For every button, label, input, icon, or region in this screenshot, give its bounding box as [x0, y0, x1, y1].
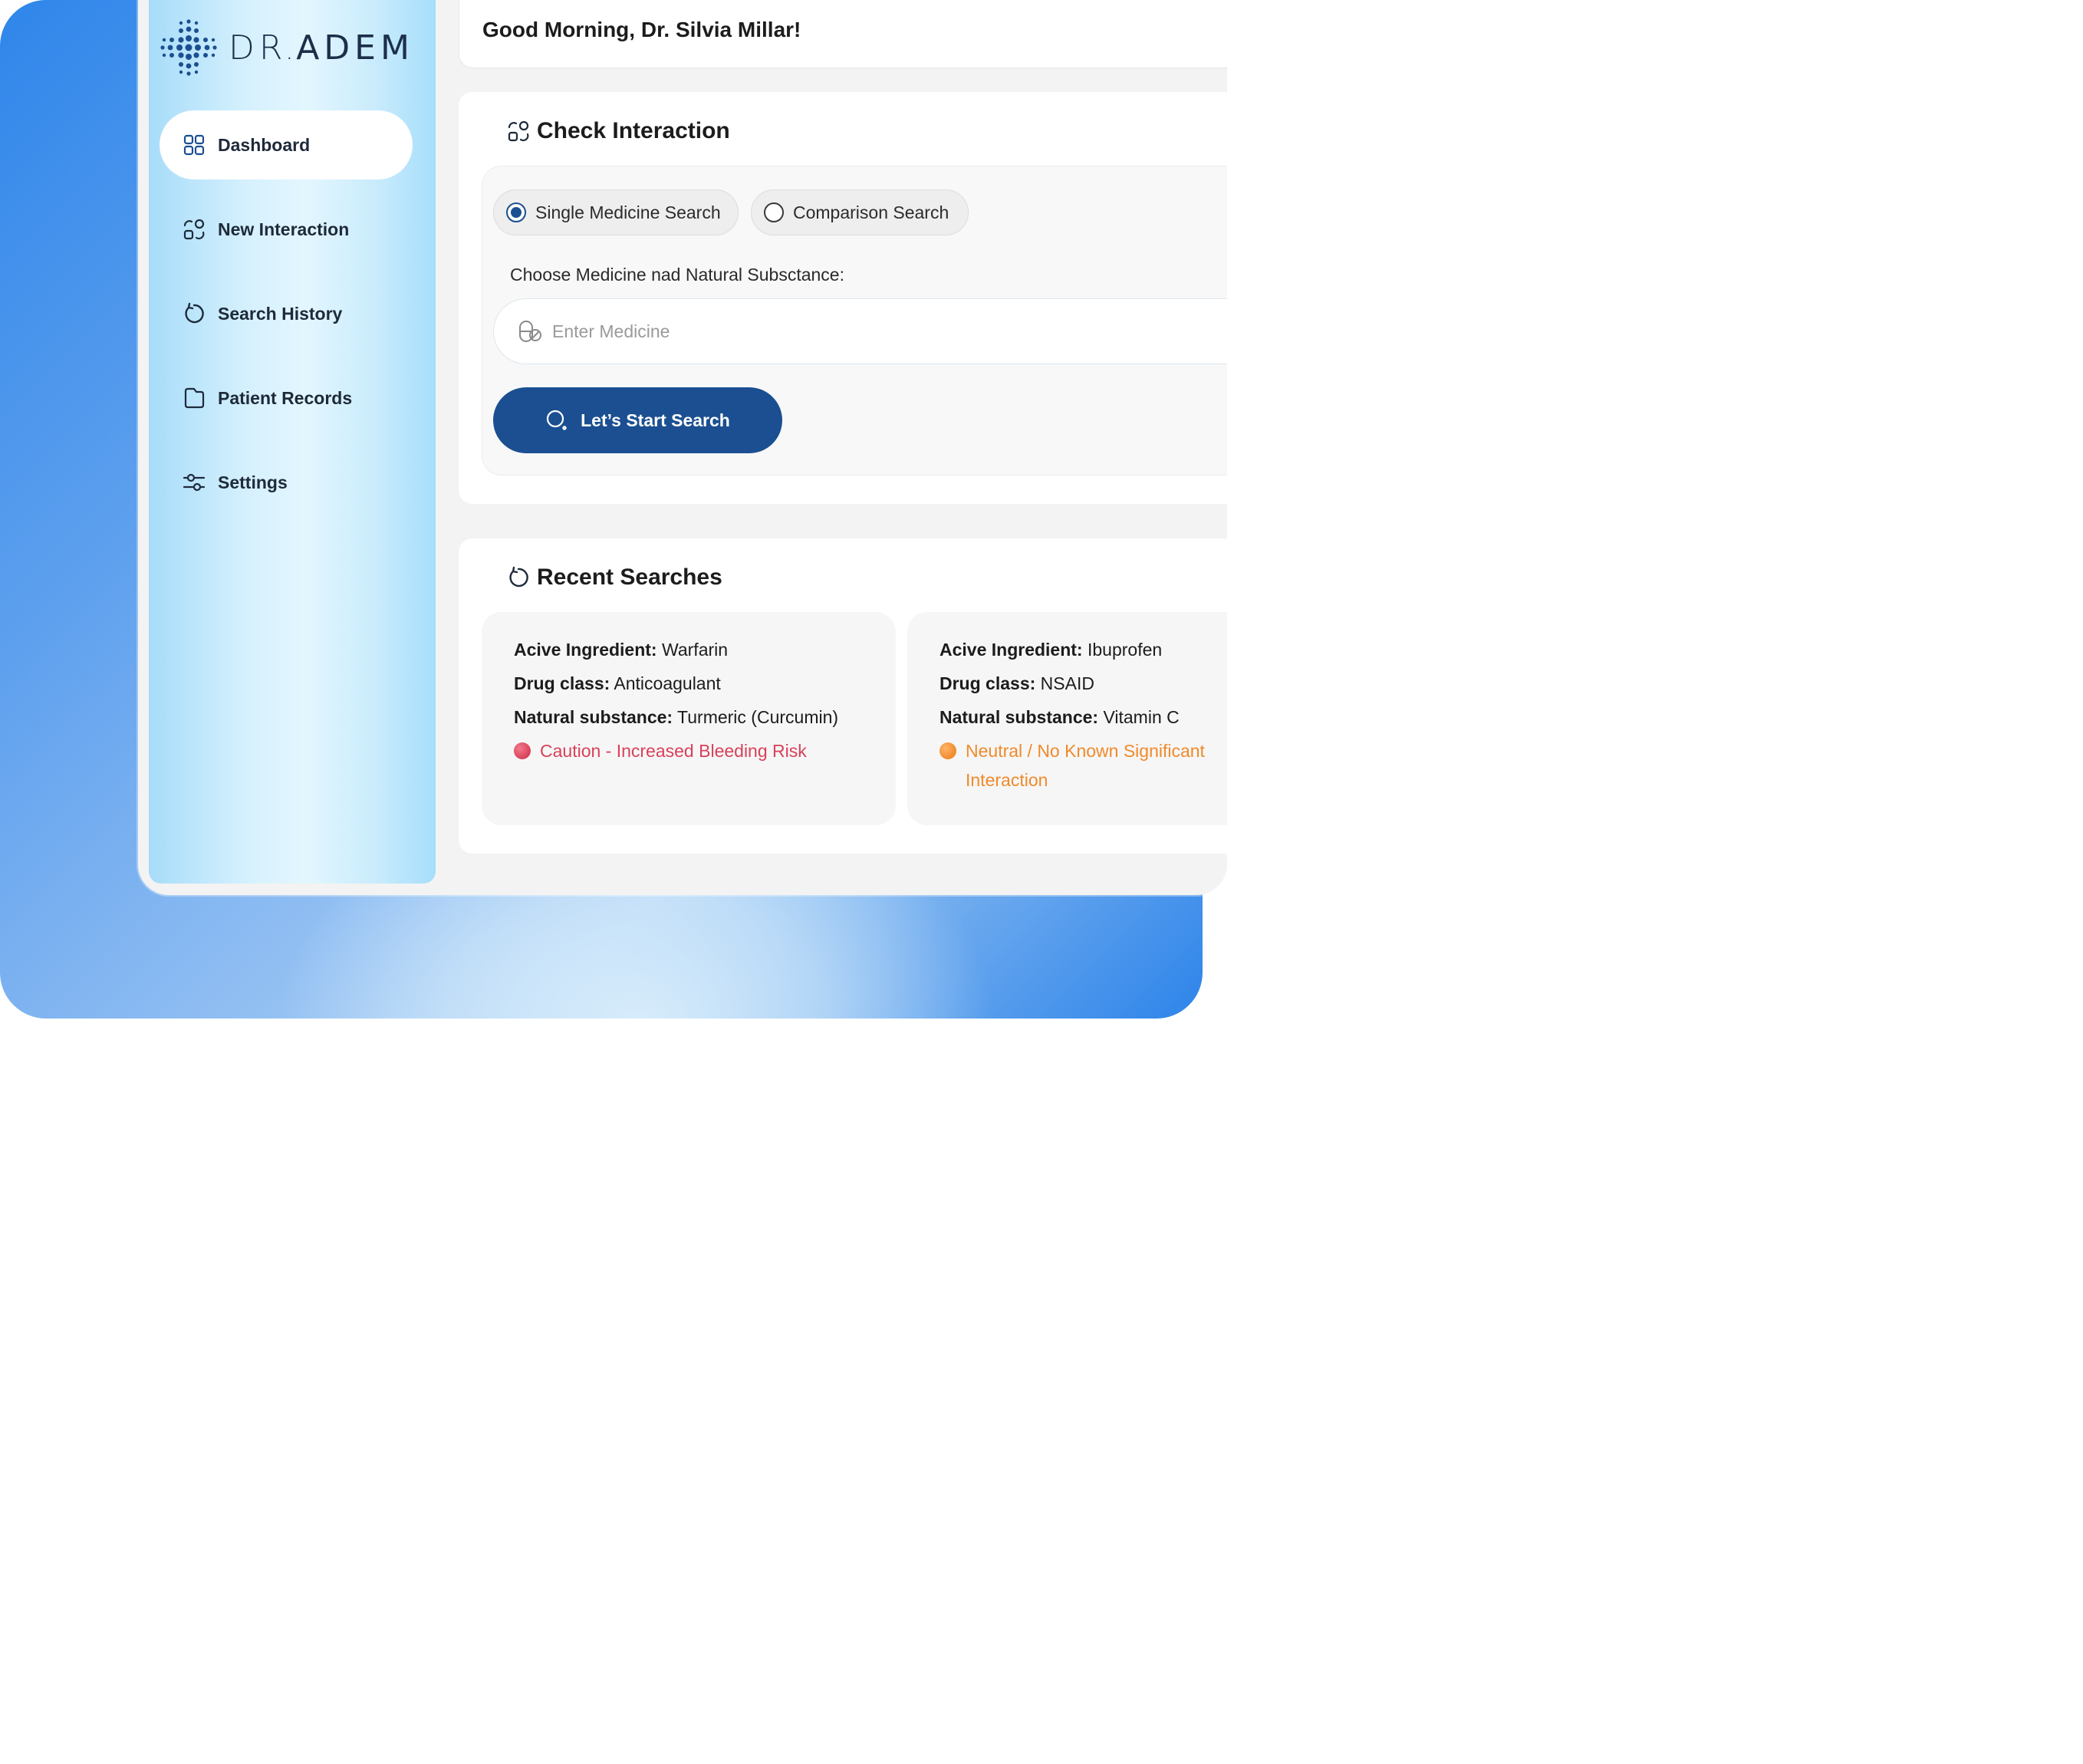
- ingredient-value: Ibuprofen: [1088, 640, 1163, 660]
- pill-icon: [517, 318, 543, 344]
- button-label: Let’s Start Search: [581, 410, 730, 430]
- caution-dot-icon: [514, 742, 531, 759]
- logo-wordmark: DR.ADEM: [229, 28, 414, 67]
- ingredient-label: Acive Ingredient:: [514, 640, 657, 660]
- natural-substance-label: Natural substance:: [514, 707, 673, 727]
- drug-class-row: Drug class: NSAID: [939, 673, 1227, 694]
- sidebar-item-label: Settings: [218, 472, 288, 492]
- search-icon: [545, 409, 568, 432]
- radio-selected-icon: [506, 202, 526, 222]
- drug-class-value: Anticoagulant: [614, 673, 721, 693]
- sidebar-item-label: Patient Records: [218, 387, 353, 408]
- logo-separator: .: [287, 46, 297, 63]
- sidebar-item-settings[interactable]: Settings: [160, 448, 413, 517]
- interaction-icon: [183, 218, 206, 241]
- radio-label: Comparison Search: [793, 202, 949, 222]
- section-title-text: Recent Searches: [537, 564, 722, 590]
- drug-class-label: Drug class:: [939, 673, 1036, 693]
- recent-search-item[interactable]: Acive Ingredient: Warfarin Drug class: A…: [482, 612, 896, 825]
- grid-icon: [183, 133, 206, 156]
- ingredient-row: Acive Ingredient: Warfarin: [514, 640, 896, 660]
- status-text: Neutral / No Known Significant Interacti…: [966, 741, 1205, 790]
- sidebar-item-label: Dashboard: [218, 134, 311, 155]
- logo-name: ADEM: [296, 28, 414, 67]
- sidebar-item-label: New Interaction: [218, 219, 350, 239]
- sidebar-item-dashboard[interactable]: Dashboard: [160, 110, 413, 179]
- recent-searches-title: Recent Searches: [506, 564, 722, 591]
- sliders-icon: [183, 471, 206, 494]
- app-window: DR.ADEM Dashboard New Interaction Search…: [138, 0, 1227, 895]
- natural-substance-row: Natural substance: Vitamin C: [939, 707, 1227, 728]
- natural-substance-value: Turmeric (Curcumin): [677, 707, 839, 727]
- medicine-input-wrapper[interactable]: [493, 298, 1227, 364]
- logo-prefix: DR: [229, 28, 288, 67]
- check-interaction-card: Check Interaction Single Medicine Search…: [459, 92, 1227, 504]
- greeting-text: Good Morning, Dr. Silvia Millar!: [482, 18, 801, 41]
- sidebar-nav: Dashboard New Interaction Search History…: [160, 110, 413, 532]
- status-text: Caution - Increased Bleeding Risk: [540, 741, 807, 761]
- medicine-input[interactable]: [552, 321, 1166, 342]
- ingredient-value: Warfarin: [662, 640, 729, 660]
- drug-class-value: NSAID: [1040, 673, 1094, 693]
- interaction-icon: [506, 119, 531, 143]
- search-panel: Single Medicine Search Comparison Search…: [482, 166, 1227, 476]
- drug-class-label: Drug class:: [514, 673, 610, 693]
- check-interaction-title: Check Interaction: [506, 118, 730, 144]
- natural-substance-row: Natural substance: Turmeric (Curcumin): [514, 707, 896, 728]
- section-title-text: Check Interaction: [537, 118, 730, 143]
- comparison-search-radio[interactable]: Comparison Search: [751, 189, 969, 235]
- interaction-status: Caution - Increased Bleeding Risk: [514, 736, 896, 765]
- ingredient-label: Acive Ingredient:: [939, 640, 1083, 660]
- radio-unselected-icon: [764, 202, 784, 222]
- recent-search-item[interactable]: Acive Ingredient: Ibuprofen Drug class: …: [907, 612, 1227, 825]
- folder-icon: [183, 387, 206, 410]
- medicine-field-label: Choose Medicine nad Natural Subsctance:: [510, 265, 844, 285]
- interaction-status: Neutral / No Known Significant Interacti…: [939, 736, 1227, 795]
- ingredient-row: Acive Ingredient: Ibuprofen: [939, 640, 1227, 660]
- radio-label: Single Medicine Search: [535, 202, 721, 222]
- history-icon: [506, 565, 531, 590]
- drug-class-row: Drug class: Anticoagulant: [514, 673, 896, 694]
- single-medicine-radio[interactable]: Single Medicine Search: [493, 189, 739, 235]
- sidebar-item-label: Search History: [218, 303, 343, 324]
- start-search-button[interactable]: Let’s Start Search: [493, 387, 782, 453]
- sidebar-item-patient-records[interactable]: Patient Records: [160, 364, 413, 433]
- sidebar-item-new-interaction[interactable]: New Interaction: [160, 195, 413, 264]
- logo-mark-icon: [160, 19, 217, 76]
- sidebar: DR.ADEM Dashboard New Interaction Search…: [149, 0, 436, 884]
- recent-searches-card: Recent Searches Acive Ingredient: Warfar…: [459, 538, 1227, 854]
- logo: DR.ADEM: [160, 17, 414, 78]
- neutral-dot-icon: [939, 742, 956, 759]
- sidebar-item-search-history[interactable]: Search History: [160, 279, 413, 348]
- natural-substance-label: Natural substance:: [939, 707, 1099, 727]
- history-icon: [183, 302, 206, 325]
- natural-substance-value: Vitamin C: [1103, 707, 1180, 727]
- greeting-card: Good Morning, Dr. Silvia Millar!: [459, 0, 1227, 68]
